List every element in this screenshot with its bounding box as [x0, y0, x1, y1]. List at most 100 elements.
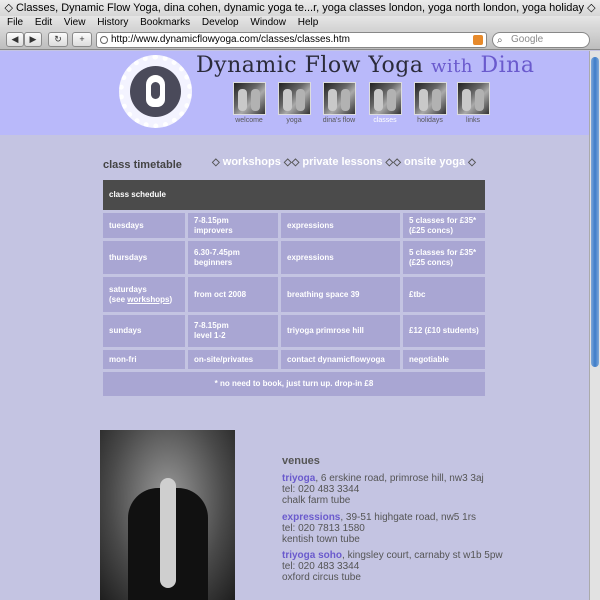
venues-heading: venues	[282, 455, 320, 467]
price-text: £tbc	[409, 289, 426, 299]
menu-help[interactable]: Help	[298, 17, 319, 28]
site-logo[interactable]	[119, 55, 192, 128]
vertical-scrollbar[interactable]	[589, 51, 600, 600]
nav-thumb-feet-image	[413, 82, 447, 115]
cell-price: £12 (£10 students)	[403, 315, 485, 347]
venue-tube: chalk farm tube	[282, 495, 351, 506]
price-concs-text: (£25 concs)	[409, 257, 454, 267]
time-text: 6.30-7.45pm	[194, 247, 240, 257]
cell-time: 7-8.15pm improvers	[188, 213, 278, 238]
workshops-link[interactable]: workshops	[127, 295, 169, 304]
venue-text: expressions	[287, 220, 334, 230]
nav-label: links	[465, 117, 480, 124]
reload-button[interactable]: ↻	[48, 32, 68, 47]
menu-view[interactable]: View	[64, 17, 86, 28]
search-placeholder: Google	[511, 34, 544, 45]
window-title: ◇ Classes, Dynamic Flow Yoga, dina cohen…	[0, 0, 600, 16]
feet-icon	[146, 75, 165, 107]
time-text: 7-8.15pm	[194, 321, 229, 330]
nav-thumb-feet-image	[277, 82, 311, 115]
level-text: beginners	[194, 257, 233, 267]
time-text: on-site/privates	[194, 354, 254, 364]
menu-file[interactable]: File	[7, 17, 23, 28]
price-text: 5 classes for £35*	[409, 247, 477, 257]
back-arrow-icon: ◀	[11, 34, 19, 44]
venue-address: , 39-51 highgate road, nw5 1rs	[340, 512, 477, 523]
site-title-with: with	[431, 56, 473, 77]
venue-text: expressions	[287, 252, 334, 262]
nav-thumb-feet-image	[456, 82, 490, 115]
time-text: from oct 2008	[194, 289, 247, 299]
cell-price: 5 classes for £35* (£25 concs)	[403, 213, 485, 238]
search-input[interactable]: ⌕ Google	[492, 32, 590, 48]
nav-thumb-feet-image	[322, 82, 356, 115]
venue-tel: tel: 020 483 3344	[282, 484, 360, 495]
add-bookmark-button[interactable]: +	[72, 32, 92, 47]
menu-edit[interactable]: Edit	[35, 17, 52, 28]
venue-triyoga-soho: triyoga soho, kingsley court, carnaby st…	[282, 550, 503, 583]
cell-venue: breathing space 39	[281, 277, 400, 312]
menu-history[interactable]: History	[97, 17, 128, 28]
nav-label: classes	[373, 117, 397, 124]
address-url: http://www.dynamicflowyoga.com/classes/c…	[111, 34, 350, 45]
nav-item-welcome[interactable]: welcome	[229, 82, 269, 124]
price-text: 5 classes for £35*	[409, 215, 477, 225]
forward-button[interactable]: ▶	[24, 32, 42, 47]
cell-time: on-site/privates	[188, 350, 278, 369]
back-button[interactable]: ◀	[6, 32, 24, 47]
nav-item-holidays[interactable]: holidays	[410, 82, 450, 124]
cell-time: 6.30-7.45pm beginners	[188, 241, 278, 274]
day-text: saturdays	[109, 284, 147, 294]
diamond-icon: ◇	[468, 157, 476, 168]
reload-icon: ↻	[54, 34, 62, 44]
price-concs-text: (£25 concs)	[409, 225, 454, 235]
nav-thumb-feet-image	[368, 82, 402, 115]
web-page: Dynamic Flow Yoga with Dina welcome yoga…	[0, 51, 589, 600]
nav-label: holidays	[417, 117, 443, 124]
day-note-suffix: )	[169, 294, 173, 304]
timetable-links: ◇ workshops ◇◇ private lessons ◇◇ onsite…	[212, 156, 476, 168]
link-private-lessons[interactable]: private lessons	[302, 156, 382, 168]
menu-bookmarks[interactable]: Bookmarks	[140, 17, 190, 28]
nav-item-dinas-flow[interactable]: dina's flow	[319, 82, 359, 124]
plus-icon: +	[79, 34, 85, 44]
forward-arrow-icon: ▶	[29, 34, 37, 44]
address-bar[interactable]: http://www.dynamicflowyoga.com/classes/c…	[96, 32, 487, 48]
time-text: 7-8.15pm	[194, 215, 229, 225]
booking-note: * no need to book, just turn up. drop-in…	[103, 372, 485, 396]
site-favicon-icon	[100, 36, 108, 44]
day-text: mon-fri	[109, 354, 137, 364]
nav-label: welcome	[235, 117, 263, 124]
scrollbar-thumb[interactable]	[591, 57, 599, 367]
browser-toolbar: ◀ ▶ ↻ + http://www.dynamicflowyoga.com/c…	[0, 30, 600, 50]
venue-tube: oxford circus tube	[282, 572, 361, 583]
day-note: (see workshops)	[109, 295, 172, 305]
rss-icon[interactable]	[473, 35, 483, 45]
venue-text: breathing space 39	[287, 289, 360, 299]
nav-thumb-feet-image	[232, 82, 266, 115]
nav-item-yoga[interactable]: yoga	[274, 82, 314, 124]
menu-develop[interactable]: Develop	[202, 17, 239, 28]
cell-day: tuesdays	[103, 213, 185, 238]
cell-price: 5 classes for £35* (£25 concs)	[403, 241, 485, 274]
venue-tel: tel: 020 7813 1580	[282, 523, 365, 534]
nav-item-classes[interactable]: classes	[365, 82, 405, 124]
venue-address: , kingsley court, carnaby st w1b 5pw	[342, 550, 503, 561]
menu-bar: File Edit View History Bookmarks Develop…	[0, 16, 600, 30]
nav-item-links[interactable]: links	[453, 82, 493, 124]
cell-venue: expressions	[281, 241, 400, 274]
nav-label: dina's flow	[322, 117, 356, 124]
menu-window[interactable]: Window	[250, 17, 286, 28]
cell-time: from oct 2008	[188, 277, 278, 312]
price-text: £12 (£10 students)	[409, 326, 479, 335]
venue-text: triyoga primrose hill	[287, 326, 364, 335]
cell-day: sundays	[103, 315, 185, 347]
link-onsite-yoga[interactable]: onsite yoga	[404, 156, 465, 168]
cell-time: 7-8.15pm level 1-2	[188, 315, 278, 347]
day-text: thursdays	[109, 252, 148, 262]
venue-tube: kentish town tube	[282, 534, 360, 545]
venue-address: , 6 erskine road, primrose hill, nw3 3aj	[315, 473, 484, 484]
link-workshops[interactable]: workshops	[223, 156, 281, 168]
cell-day: mon-fri	[103, 350, 185, 369]
cell-venue: contact dynamicflowyoga	[281, 350, 400, 369]
